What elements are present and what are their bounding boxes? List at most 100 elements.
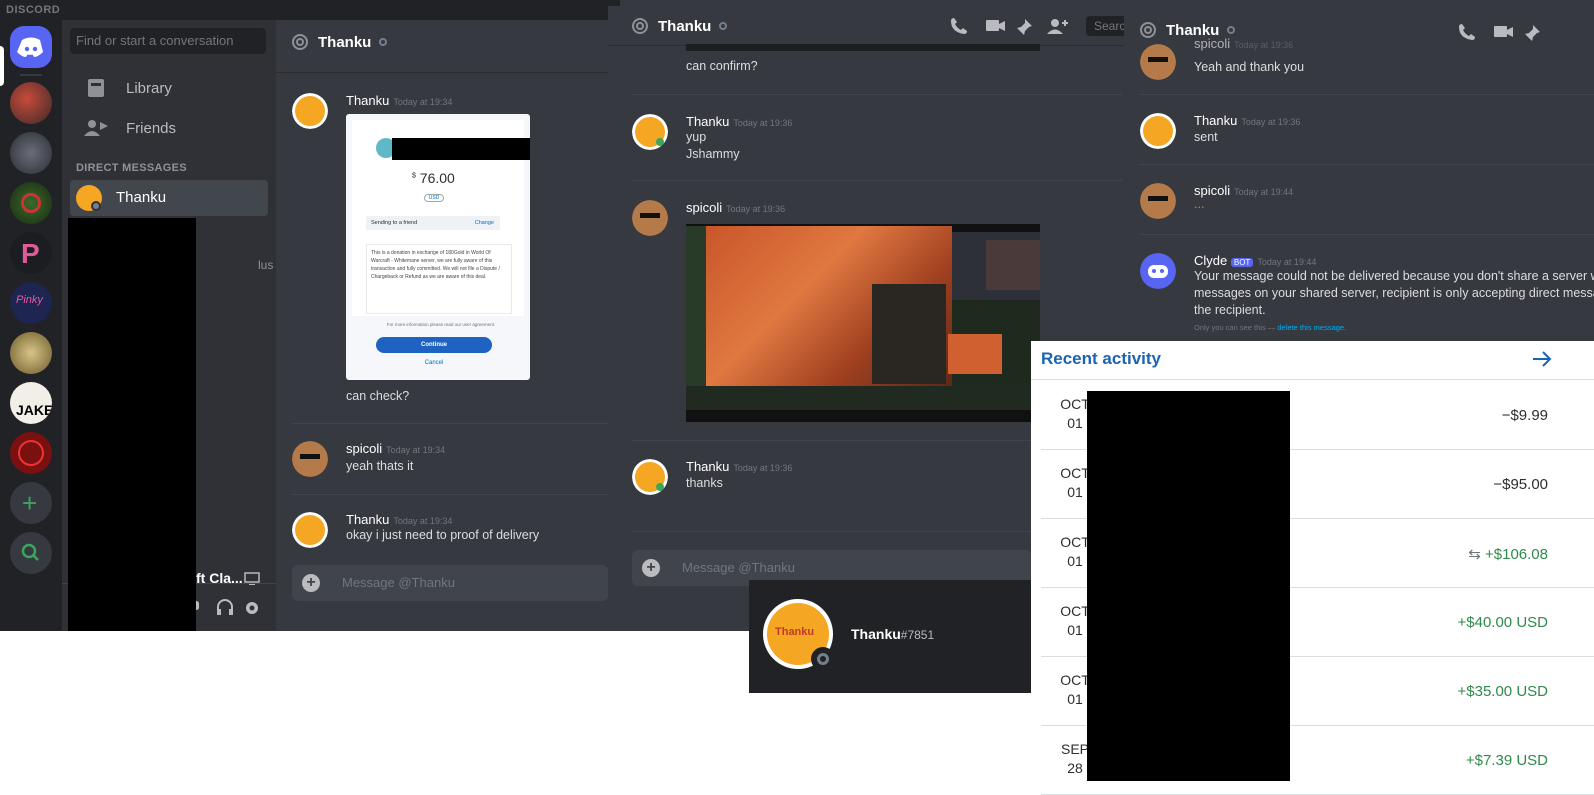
message-text: Your message could not be delivered beca…: [1194, 269, 1594, 283]
message: spicoli Today at 19:34 yeah thats it: [292, 441, 592, 481]
author-name[interactable]: Thanku: [1194, 113, 1237, 128]
home-button[interactable]: [10, 26, 52, 68]
amount-text: +$7.39 USD: [1465, 752, 1548, 769]
author-name[interactable]: spicoli: [1194, 36, 1230, 51]
gear-icon: [246, 602, 258, 614]
author-name[interactable]: spicoli: [686, 200, 722, 215]
call-icon: [1459, 24, 1475, 40]
arrow-right-icon[interactable]: [1531, 349, 1553, 369]
message: Thanku Today at 19:36 yup Jshammy: [632, 114, 1032, 174]
dm-item-name: Thanku: [116, 189, 167, 206]
author-name[interactable]: Thanku: [346, 512, 389, 527]
avatar: [292, 93, 328, 129]
composer-placeholder: Message @Thanku: [682, 560, 795, 575]
message-header: spicoli Today at 19:34: [346, 441, 445, 456]
server-icon[interactable]: [10, 82, 52, 124]
avatar: [632, 200, 668, 236]
message-text: ...: [1194, 197, 1205, 211]
status-offline-icon: [1227, 26, 1236, 34]
status-offline-icon: [379, 38, 388, 46]
author-name[interactable]: Thanku: [346, 93, 389, 108]
server-icon[interactable]: JAKE: [10, 382, 52, 424]
author-name[interactable]: Thanku: [686, 459, 729, 474]
timestamp: Today at 19:34: [393, 516, 453, 526]
add-server-button[interactable]: +: [10, 482, 52, 524]
author-name[interactable]: Thanku: [686, 114, 729, 129]
continue-button[interactable]: Continue: [376, 337, 492, 353]
image-fragment: [686, 44, 1040, 51]
amount-text: +$35.00 USD: [1457, 683, 1548, 700]
header-toolbar[interactable]: [1456, 22, 1594, 42]
section-title: Recent activity: [1041, 349, 1161, 368]
message-header: Thanku Today at 19:36: [686, 114, 792, 129]
message-text: yup: [686, 130, 707, 144]
server-icon[interactable]: [10, 132, 52, 174]
redaction-bar: [392, 138, 530, 160]
attach-plus-icon[interactable]: +: [642, 559, 660, 577]
author-name[interactable]: spicoli: [346, 441, 382, 456]
note-field[interactable]: This is a donation in exchange of 180Gol…: [366, 244, 512, 314]
paypal-screenshot-attachment[interactable]: $ 76.00 USD Sending to a friend Change T…: [346, 114, 530, 380]
server-icon[interactable]: [10, 332, 52, 374]
message-text: sent: [1194, 130, 1218, 144]
author-name[interactable]: Clyde: [1194, 253, 1227, 268]
nav-friends[interactable]: Friends: [70, 110, 268, 146]
activity-amount: −$95.00: [1493, 476, 1548, 493]
server-icon[interactable]: Pinky: [10, 282, 52, 324]
selected-indicator: [0, 46, 4, 86]
status-offline-icon: [719, 22, 728, 30]
message: spicoli Today at 19:44 ...: [1140, 183, 1590, 219]
user-controls[interactable]: [192, 598, 282, 618]
server-icon[interactable]: [10, 182, 52, 224]
message-header: Thanku Today at 19:34: [346, 512, 452, 527]
timestamp: Today at 19:36: [733, 463, 793, 473]
timestamp: Today at 19:34: [393, 97, 453, 107]
channel-header: Thanku: [608, 6, 1124, 46]
message-text: okay i just need to proof of delivery: [346, 528, 540, 542]
timestamp: Today at 19:36: [1241, 117, 1301, 127]
avatar: [76, 185, 102, 211]
avatar: [292, 441, 328, 477]
pin-icon: [1525, 25, 1540, 41]
send-mode-row[interactable]: Sending to a friend Change: [366, 216, 500, 230]
cancel-link[interactable]: Cancel: [376, 360, 492, 366]
timestamp: Today at 19:44: [1257, 257, 1317, 267]
nav-library[interactable]: Library: [70, 70, 268, 106]
video-icon: [1494, 26, 1513, 37]
dm-section-header: DIRECT MESSAGES: [76, 162, 187, 174]
timestamp: Today at 19:44: [1234, 187, 1294, 197]
author-name[interactable]: spicoli: [1194, 183, 1230, 198]
friends-icon: [84, 120, 108, 136]
game-screenshot-attachment[interactable]: [686, 224, 1040, 422]
message-text: can confirm?: [686, 59, 758, 73]
activity-amount: +$35.00 USD: [1458, 683, 1548, 700]
profile-avatar: Thanku: [763, 599, 835, 671]
profile-card[interactable]: Thanku Thanku#7851: [749, 580, 1031, 693]
nitro-label[interactable]: lus: [258, 258, 273, 272]
explore-servers-button[interactable]: [10, 532, 52, 574]
message: spicoli Today at 19:36 Yeah and thank you: [1140, 36, 1590, 80]
header-toolbar[interactable]: [948, 16, 1088, 36]
message-text: thanks: [686, 476, 723, 490]
timestamp: Today at 19:36: [726, 204, 786, 214]
timestamp: Today at 19:34: [386, 445, 446, 455]
message-input[interactable]: + Message @Thanku: [292, 565, 608, 601]
activity-amount: +$7.39 USD: [1466, 752, 1548, 769]
message-text: Yeah and thank you: [1194, 60, 1305, 74]
payment-amount: $ 76.00: [412, 170, 455, 186]
at-icon: [1140, 22, 1156, 38]
redaction-bar: [68, 218, 196, 631]
delete-message-link[interactable]: delete this message.: [1277, 323, 1346, 332]
dm-search-input[interactable]: Find or start a conversation: [70, 28, 266, 54]
dm-item-thanku[interactable]: Thanku: [70, 180, 268, 216]
titlebar: DISCORD: [0, 0, 620, 20]
discord-wordmark: DISCORD: [6, 4, 61, 16]
currency-pill[interactable]: USD: [424, 194, 444, 202]
channel-title: Thanku: [630, 16, 728, 36]
more-info-text: For more information please read our use…: [386, 322, 496, 327]
attach-plus-icon[interactable]: +: [302, 574, 320, 592]
server-icon[interactable]: [10, 432, 52, 474]
server-icon[interactable]: P: [10, 232, 52, 274]
amount-text: +$40.00 USD: [1457, 614, 1548, 631]
pin-icon: [1017, 19, 1032, 35]
